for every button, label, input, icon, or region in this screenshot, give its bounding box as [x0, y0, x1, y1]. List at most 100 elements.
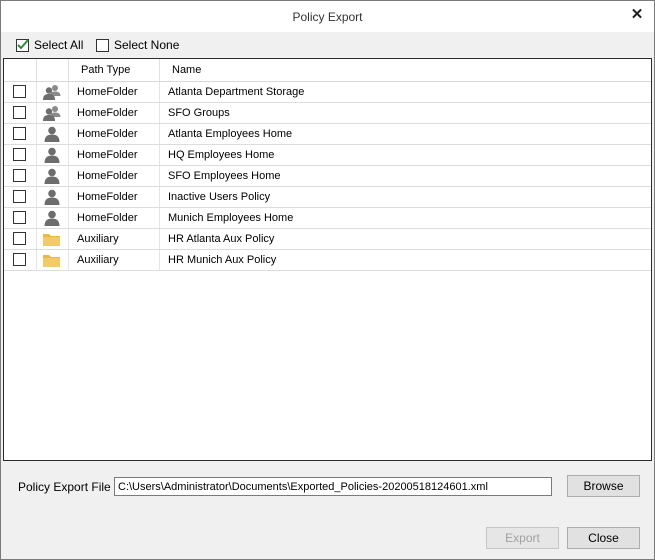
column-divider [36, 82, 37, 102]
close-icon[interactable]: ✕ [629, 7, 645, 23]
column-divider [36, 103, 37, 123]
row-checkbox[interactable] [13, 190, 26, 206]
table-row[interactable]: HomeFolder Atlanta Employees Home [4, 124, 651, 145]
table-row[interactable]: HomeFolder Munich Employees Home [4, 208, 651, 229]
path-type-cell: HomeFolder [77, 212, 138, 224]
selection-bar: Select All Select None [1, 32, 654, 56]
row-checkbox[interactable] [13, 106, 26, 122]
path-type-cell: HomeFolder [77, 128, 138, 140]
folder-icon [42, 231, 62, 247]
select-none-label: Select None [114, 38, 180, 52]
checkbox-icon [13, 169, 26, 182]
column-divider [159, 229, 160, 249]
column-divider [68, 124, 69, 144]
row-checkbox[interactable] [13, 127, 26, 143]
checkbox-icon [13, 85, 26, 98]
column-divider [68, 59, 69, 81]
path-type-cell: Auxiliary [77, 254, 119, 266]
select-all-checkbox[interactable]: Select All [16, 37, 83, 53]
column-divider [159, 187, 160, 207]
checkbox-icon [13, 232, 26, 245]
checkbox-icon [13, 190, 26, 203]
column-divider [159, 82, 160, 102]
row-checkbox[interactable] [13, 253, 26, 269]
column-divider [36, 187, 37, 207]
checkbox-icon [13, 253, 26, 266]
column-divider [159, 208, 160, 228]
name-cell: SFO Groups [168, 107, 230, 119]
table-row[interactable]: HomeFolder HQ Employees Home [4, 145, 651, 166]
table-row[interactable]: HomeFolder SFO Groups [4, 103, 651, 124]
table-header: Path Type Name [4, 59, 651, 82]
path-type-cell: HomeFolder [77, 191, 138, 203]
column-divider [36, 145, 37, 165]
select-all-label: Select All [34, 38, 84, 52]
column-divider [159, 166, 160, 186]
table-row[interactable]: HomeFolder SFO Employees Home [4, 166, 651, 187]
column-divider [68, 166, 69, 186]
select-none-checkbox[interactable]: Select None [96, 37, 179, 53]
export-file-label: Policy Export File [18, 480, 111, 494]
column-divider [68, 82, 69, 102]
table-row[interactable]: Auxiliary HR Atlanta Aux Policy [4, 229, 651, 250]
column-divider [68, 208, 69, 228]
path-type-cell: HomeFolder [77, 107, 138, 119]
export-button[interactable]: Export [486, 527, 559, 549]
name-cell: Atlanta Employees Home [168, 128, 293, 140]
column-divider [68, 103, 69, 123]
group-icon [42, 84, 62, 100]
user-icon [42, 168, 62, 184]
name-cell: Inactive Users Policy [168, 191, 271, 203]
row-checkbox[interactable] [13, 211, 26, 227]
checkbox-icon [13, 127, 26, 140]
path-type-cell: Auxiliary [77, 233, 119, 245]
column-divider [68, 145, 69, 165]
checkbox-icon [13, 211, 26, 224]
table-row[interactable]: Auxiliary HR Munich Aux Policy [4, 250, 651, 271]
row-checkbox[interactable] [13, 148, 26, 164]
window-title: Policy Export [292, 10, 363, 24]
row-checkbox[interactable] [13, 232, 26, 248]
column-divider [159, 103, 160, 123]
table-row[interactable]: HomeFolder Inactive Users Policy [4, 187, 651, 208]
column-divider [36, 166, 37, 186]
path-type-cell: HomeFolder [77, 149, 138, 161]
close-button[interactable]: Close [567, 527, 640, 549]
policy-export-dialog: Policy Export ✕ Select All Select None P… [0, 0, 655, 560]
checkbox-icon [96, 38, 109, 52]
path-type-cell: HomeFolder [77, 170, 138, 182]
name-cell: Munich Employees Home [168, 212, 294, 224]
user-icon [42, 189, 62, 205]
name-cell: SFO Employees Home [168, 170, 281, 182]
column-divider [68, 250, 69, 270]
column-divider [36, 229, 37, 249]
column-divider [159, 59, 160, 81]
column-divider [159, 145, 160, 165]
column-header-name[interactable]: Name [172, 59, 201, 81]
name-cell: HQ Employees Home [168, 149, 275, 161]
row-checkbox[interactable] [13, 169, 26, 185]
user-icon [42, 126, 62, 142]
column-divider [36, 250, 37, 270]
column-divider [68, 187, 69, 207]
checkbox-icon [13, 106, 26, 119]
policy-table: Path Type Name HomeFolder Atlanta Departm… [3, 58, 652, 461]
checkbox-icon [13, 148, 26, 161]
user-icon [42, 147, 62, 163]
path-type-cell: HomeFolder [77, 86, 138, 98]
table-row[interactable]: HomeFolder Atlanta Department Storage [4, 82, 651, 103]
column-divider [159, 250, 160, 270]
column-divider [159, 124, 160, 144]
title-bar: Policy Export ✕ [1, 1, 654, 32]
export-file-path-input[interactable] [114, 477, 552, 496]
browse-button[interactable]: Browse [567, 475, 640, 497]
name-cell: HR Munich Aux Policy [168, 254, 277, 266]
group-icon [42, 105, 62, 121]
name-cell: HR Atlanta Aux Policy [168, 233, 275, 245]
column-divider [36, 59, 37, 81]
column-divider [68, 229, 69, 249]
column-divider [36, 124, 37, 144]
table-body: HomeFolder Atlanta Department Storage Home… [4, 82, 651, 271]
row-checkbox[interactable] [13, 85, 26, 101]
column-header-path-type[interactable]: Path Type [81, 59, 130, 81]
